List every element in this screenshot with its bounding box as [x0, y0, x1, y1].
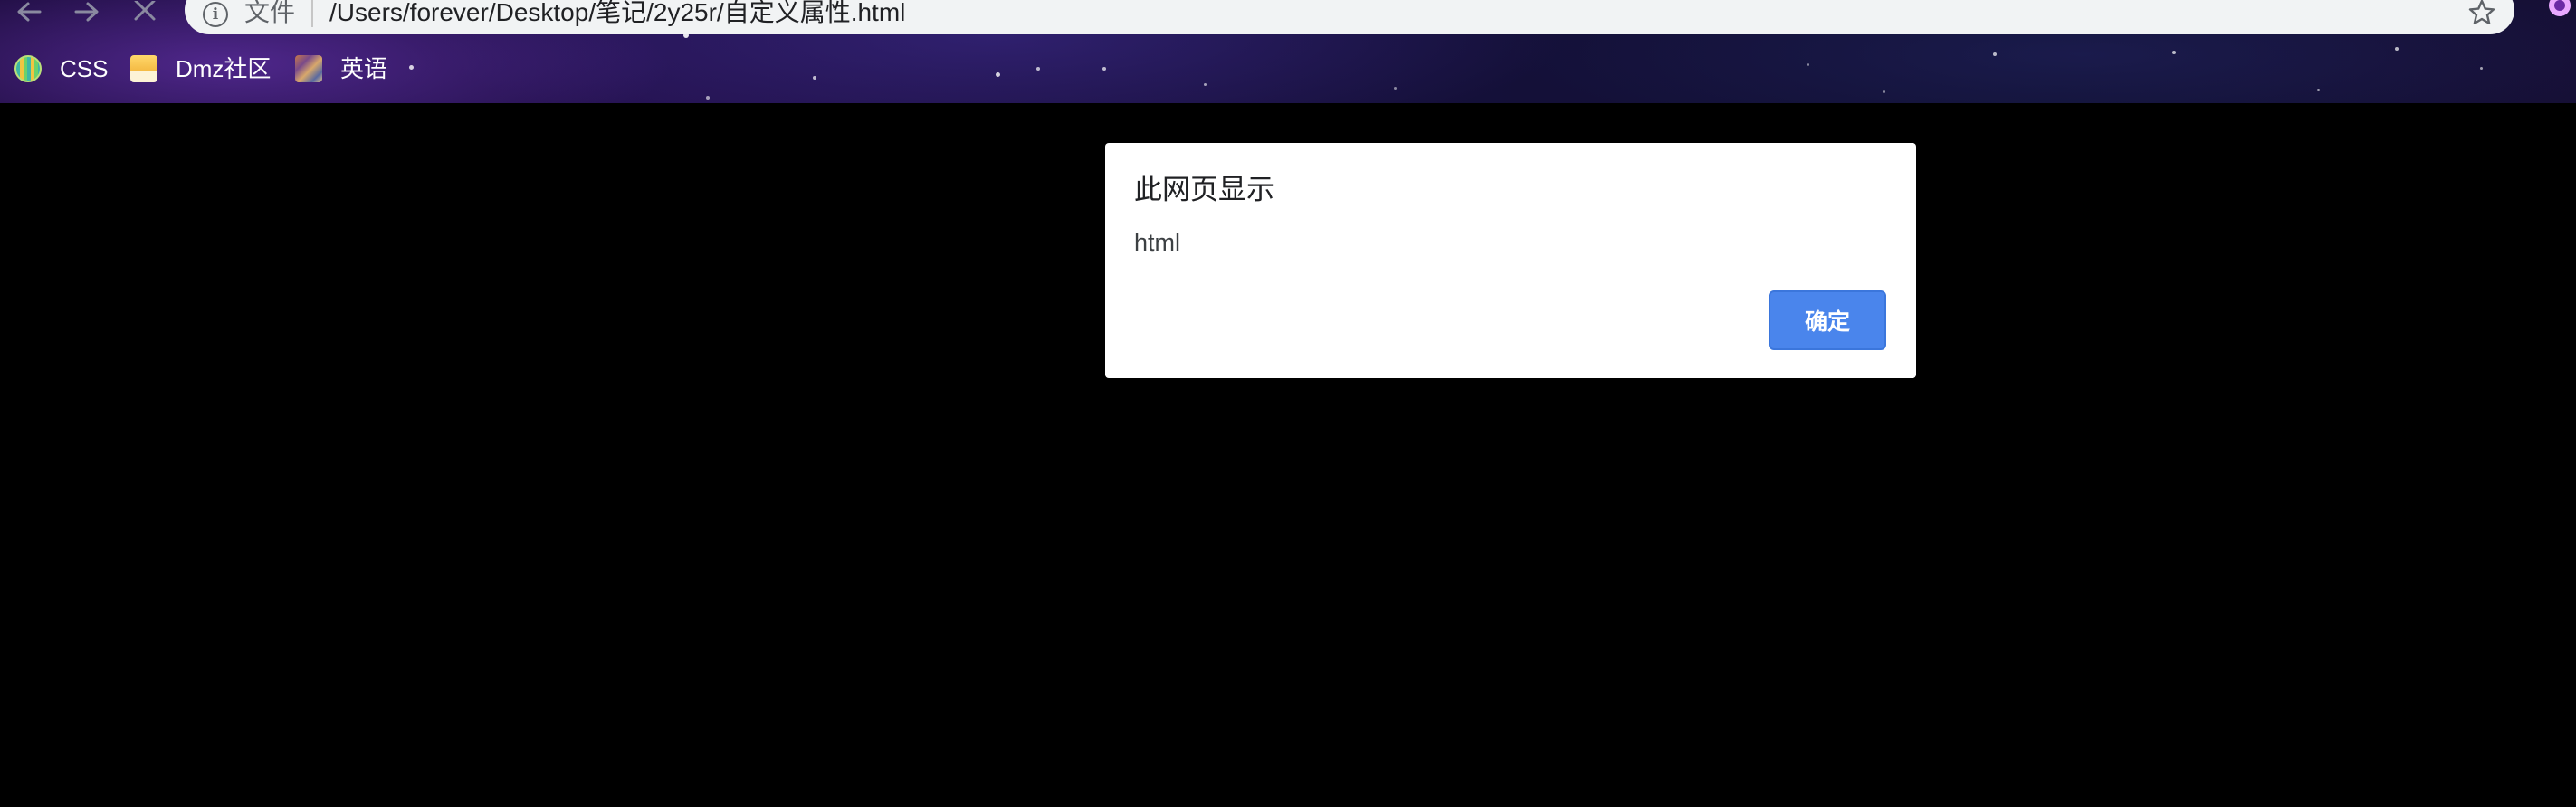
address-divider — [311, 0, 313, 27]
bookmark-english[interactable]: 英语 — [295, 51, 387, 87]
address-url[interactable]: /Users/forever/Desktop/笔记/2y25r/自定义属性.ht… — [329, 0, 905, 27]
bookmark-label: 英语 — [340, 55, 388, 82]
alert-dialog: 此网页显示 html 确定 — [1105, 143, 1916, 378]
star-decoration — [1883, 90, 1885, 93]
stop-loading-button[interactable] — [125, 0, 165, 27]
browser-toolbar: i 文件 /Users/forever/Desktop/笔记/2y25r/自定义… — [0, 0, 2576, 103]
page-content: 此网页显示 html 确定 — [0, 103, 2576, 807]
profile-avatar-icon[interactable] — [2542, 0, 2572, 25]
star-decoration — [706, 96, 710, 100]
bookmark-dmz[interactable]: Dmz社区 — [130, 51, 271, 87]
address-scheme-label: 文件 — [244, 0, 296, 26]
close-icon — [134, 1, 156, 21]
back-button[interactable] — [9, 0, 49, 27]
css-bookmark-icon — [14, 55, 42, 82]
image-bookmark-icon — [295, 55, 322, 82]
arrow-right-icon — [74, 2, 99, 22]
star-decoration — [1394, 87, 1397, 90]
dialog-title: 此网页显示 — [1134, 174, 1274, 205]
star-decoration — [2317, 89, 2320, 91]
address-bar[interactable]: i 文件 /Users/forever/Desktop/笔记/2y25r/自定义… — [185, 0, 2514, 34]
bookmark-label: CSS — [60, 55, 109, 82]
ok-button[interactable]: 确定 — [1769, 290, 1886, 350]
folder-bookmark-icon — [130, 55, 157, 82]
dialog-message: html — [1134, 229, 1181, 256]
bookmarks-bar: CSS Dmz社区 英语 — [0, 51, 2576, 87]
star-bookmark-icon[interactable] — [2467, 0, 2496, 27]
bookmark-css[interactable]: CSS — [14, 51, 108, 87]
forward-button[interactable] — [67, 0, 107, 27]
info-icon[interactable]: i — [203, 2, 228, 27]
bookmark-label: Dmz社区 — [176, 55, 272, 82]
arrow-left-icon — [17, 2, 42, 22]
